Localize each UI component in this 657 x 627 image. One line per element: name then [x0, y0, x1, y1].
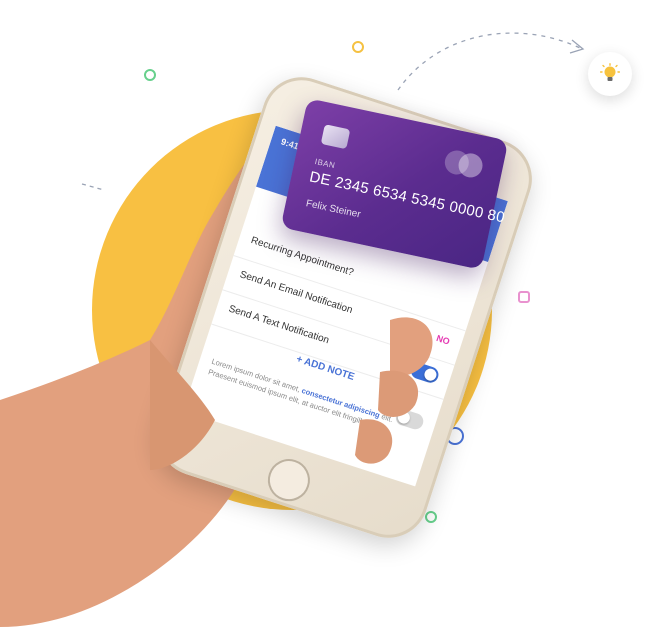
- card-holder-name: Felix Steiner: [304, 198, 362, 221]
- card-network-logo-icon: [442, 148, 487, 180]
- card-chip-icon: [320, 124, 351, 150]
- hand-fingers-illustration: [150, 317, 433, 470]
- hero-illustration: 9:41 ••• ◔ ▬ Recurring Appointment? Send…: [0, 0, 657, 627]
- iban-label: IBAN: [314, 157, 337, 171]
